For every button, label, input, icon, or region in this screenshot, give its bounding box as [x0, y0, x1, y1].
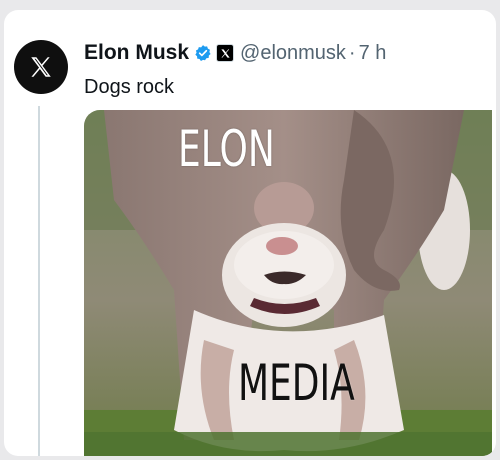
tweet-media-image[interactable]: ELON MEDIA — [84, 110, 492, 456]
meme-caption-top: ELON — [178, 120, 275, 178]
x-affiliate-badge-icon — [216, 44, 235, 62]
separator-dot: · — [348, 41, 356, 64]
tweet-card[interactable]: Elon Musk @elonmusk · 7 h Dogs rock ELON… — [4, 10, 496, 456]
tweet-header: Elon Musk @elonmusk · 7 h — [84, 40, 386, 66]
x-logo-icon — [31, 57, 51, 77]
verified-badge-icon — [194, 44, 212, 62]
author-handle[interactable]: @elonmusk — [240, 42, 346, 65]
tweet-text: Dogs rock — [84, 76, 175, 98]
tweet-timestamp[interactable]: 7 h — [359, 42, 387, 65]
avatar[interactable] — [14, 40, 68, 94]
thread-line — [38, 106, 40, 456]
author-name[interactable]: Elon Musk — [84, 41, 189, 65]
meme-caption-bottom: MEDIA — [238, 354, 355, 412]
